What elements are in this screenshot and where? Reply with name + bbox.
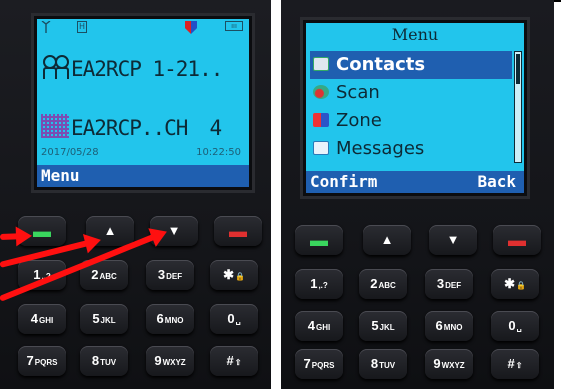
key-8[interactable]: 8TUV — [359, 349, 407, 379]
key-hash[interactable]: #⇧ — [491, 349, 539, 379]
battery-icon: ııı — [225, 21, 243, 31]
contacts-icon — [313, 57, 329, 71]
key-star[interactable]: ✱🔒 — [491, 269, 539, 299]
sim-icon: H — [77, 21, 87, 33]
right-radio-screen: Menu Contacts Scan Zone Messages Confirm… — [303, 20, 527, 196]
back-softkey[interactable]: Back — [477, 172, 516, 191]
key-7[interactable]: 7PQRS — [18, 346, 66, 376]
key-4[interactable]: 4GHI — [18, 304, 66, 334]
scan-icon — [313, 85, 329, 99]
key-8[interactable]: 8TUV — [80, 346, 128, 376]
call-key[interactable]: ▬ — [295, 225, 343, 255]
key-3[interactable]: 3DEF — [425, 269, 473, 299]
group-contact-icon — [41, 55, 69, 79]
date-text: 2017/05/28 — [41, 147, 99, 158]
messages-icon — [313, 141, 329, 155]
antenna-icon — [41, 21, 51, 33]
left-radio-screen: H ııı EA2RCP 1-21.. EA2RCP..CH 4 2017/05/… — [34, 16, 252, 190]
key-5[interactable]: 5JKL — [80, 304, 128, 334]
channel-icon — [41, 114, 69, 138]
menu-title: Menu — [391, 25, 439, 44]
shield-icon — [185, 21, 197, 34]
key-4[interactable]: 4GHI — [295, 311, 343, 341]
key-2[interactable]: 2ABC — [359, 269, 407, 299]
time-text: 10:22:50 — [196, 147, 241, 158]
end-key[interactable]: ▬ — [214, 216, 262, 246]
channel-name: EA2RCP..CH — [71, 116, 188, 140]
up-key[interactable]: ▲ — [363, 225, 411, 255]
key-0[interactable]: 0␣ — [210, 304, 258, 334]
key-1[interactable]: 1,.? — [295, 269, 343, 299]
key-6[interactable]: 6MNO — [425, 311, 473, 341]
menu-item-scan[interactable]: Scan — [310, 79, 512, 107]
channel-number: 4 — [209, 116, 222, 140]
menu-scrollbar[interactable] — [514, 51, 522, 163]
menu-item-zone[interactable]: Zone — [310, 107, 512, 135]
scroll-thumb[interactable] — [516, 54, 520, 84]
key-9[interactable]: 9WXYZ — [146, 346, 194, 376]
zone-icon — [313, 113, 329, 127]
image-divider — [271, 0, 281, 389]
menu-item-contacts[interactable]: Contacts — [310, 51, 512, 79]
down-key[interactable]: ▼ — [429, 225, 477, 255]
arrow-to-call-key — [0, 233, 21, 240]
right-radio-photo: Menu Contacts Scan Zone Messages Confirm… — [281, 0, 554, 389]
key-hash[interactable]: #⇧ — [210, 346, 258, 376]
softkey-bar: Menu — [37, 165, 249, 187]
key-6[interactable]: 6MNO — [146, 304, 194, 334]
key-0[interactable]: 0␣ — [491, 311, 539, 341]
contact-row: EA2RCP 1-21.. — [41, 55, 223, 81]
channel-row: EA2RCP..CH 4 — [41, 114, 222, 140]
contact-name: EA2RCP 1-21.. — [71, 57, 223, 81]
menu-list: Contacts Scan Zone Messages — [310, 51, 512, 163]
end-key[interactable]: ▬ — [493, 225, 541, 255]
menu-item-messages[interactable]: Messages — [310, 135, 512, 163]
key-7[interactable]: 7PQRS — [295, 349, 343, 379]
confirm-softkey[interactable]: Confirm — [310, 172, 377, 191]
key-star[interactable]: ✱🔒 — [210, 260, 258, 290]
key-9[interactable]: 9WXYZ — [425, 349, 473, 379]
key-5[interactable]: 5JKL — [359, 311, 407, 341]
softkey-bar: Confirm Back — [306, 171, 524, 193]
status-bar: H ııı — [37, 19, 249, 37]
softkey-menu[interactable]: Menu — [41, 166, 80, 185]
key-3[interactable]: 3DEF — [146, 260, 194, 290]
left-radio-photo: H ııı EA2RCP 1-21.. EA2RCP..CH 4 2017/05/… — [0, 0, 271, 389]
date-time: 2017/05/28 10:22:50 — [41, 147, 245, 158]
